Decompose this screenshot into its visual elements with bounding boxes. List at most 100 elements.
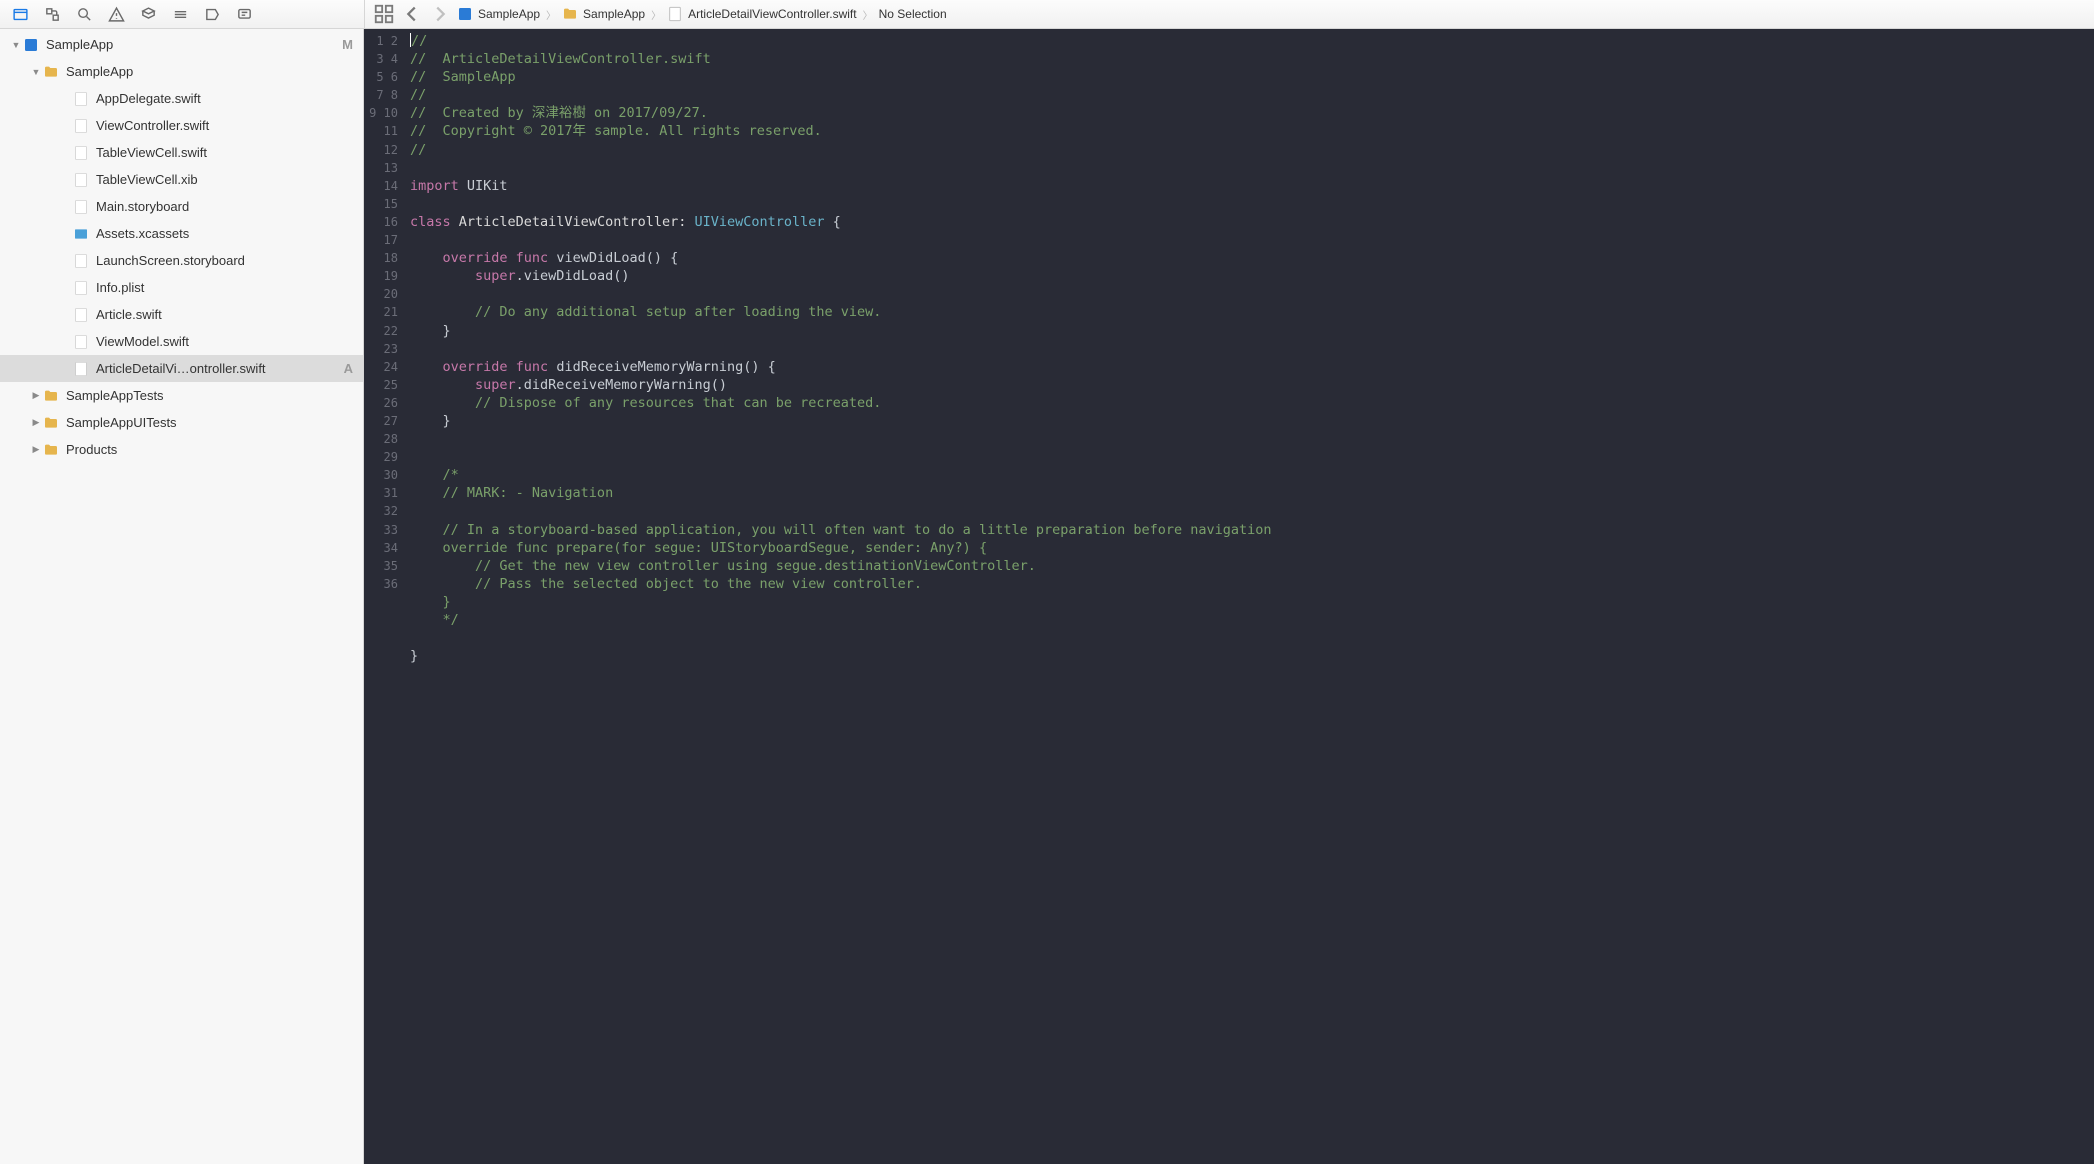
tree-file[interactable]: ViewController.swift — [0, 112, 363, 139]
jump-bar: SampleApp 〉 SampleApp 〉 ArticleDetailVie… — [364, 0, 2094, 28]
folder-icon — [42, 63, 60, 81]
folder-icon — [42, 387, 60, 405]
related-items-icon[interactable] — [373, 3, 395, 25]
code-line: import — [410, 178, 459, 194]
tree-file[interactable]: LaunchScreen.storyboard — [0, 247, 363, 274]
code-line: } — [410, 648, 418, 664]
code-line: // — [410, 142, 426, 158]
project-navigator[interactable]: ▼ SampleApp M ▼ SampleApp AppDelegate.sw… — [0, 29, 364, 1164]
code-line: // — [411, 33, 427, 49]
code-line: } — [410, 323, 451, 339]
swift-file-icon — [72, 90, 90, 108]
tree-group[interactable]: ▼ SampleApp — [0, 58, 363, 85]
chevron-icon: 〉 — [546, 7, 556, 22]
folder-icon — [42, 414, 60, 432]
source-control-navigator-icon[interactable] — [38, 3, 66, 25]
tree-label: ViewController.swift — [96, 118, 209, 133]
tree-root[interactable]: ▼ SampleApp M — [0, 31, 363, 58]
code-line: // In a storyboard-based application, yo… — [410, 522, 1272, 538]
chevron-icon: 〉 — [863, 7, 873, 22]
code-line: } — [410, 413, 451, 429]
tree-group[interactable]: ▶ Products — [0, 436, 363, 463]
disclosure-triangle-icon[interactable]: ▼ — [30, 67, 42, 77]
folder-icon — [42, 441, 60, 459]
storyboard-file-icon — [72, 252, 90, 270]
source-editor[interactable]: 1 2 3 4 5 6 7 8 9 10 11 12 13 14 15 16 1… — [364, 29, 2094, 1164]
test-navigator-icon[interactable] — [134, 3, 162, 25]
disclosure-triangle-icon[interactable]: ▶ — [30, 444, 42, 455]
breakpoint-navigator-icon[interactable] — [198, 3, 226, 25]
breadcrumb-label: No Selection — [879, 7, 947, 21]
breadcrumb-label: ArticleDetailViewController.swift — [688, 7, 857, 21]
code-line: // Dispose of any resources that can be … — [410, 395, 881, 411]
code-line: super — [475, 377, 516, 393]
disclosure-triangle-icon[interactable]: ▶ — [30, 417, 42, 428]
code-line: super — [475, 268, 516, 284]
find-navigator-icon[interactable] — [70, 3, 98, 25]
project-navigator-icon[interactable] — [6, 3, 34, 25]
code-line: // Created by 深津裕樹 on 2017/09/27. — [410, 105, 708, 121]
tree-file[interactable]: Main.storyboard — [0, 193, 363, 220]
tree-label: SampleApp — [66, 64, 133, 79]
xib-file-icon — [72, 171, 90, 189]
project-icon — [22, 36, 40, 54]
top-row: SampleApp 〉 SampleApp 〉 ArticleDetailVie… — [0, 0, 2094, 29]
report-navigator-icon[interactable] — [230, 3, 258, 25]
tree-label: Article.swift — [96, 307, 162, 322]
breadcrumb-label: SampleApp — [478, 7, 540, 21]
assets-icon — [72, 225, 90, 243]
main-split: ▼ SampleApp M ▼ SampleApp AppDelegate.sw… — [0, 29, 2094, 1164]
back-icon[interactable] — [401, 3, 423, 25]
code-line: // MARK: - Navigation — [410, 485, 613, 501]
tree-label: AppDelegate.swift — [96, 91, 201, 106]
project-icon — [457, 6, 473, 22]
tree-label: TableViewCell.swift — [96, 145, 207, 160]
file-tree: ▼ SampleApp M ▼ SampleApp AppDelegate.sw… — [0, 29, 363, 463]
debug-navigator-icon[interactable] — [166, 3, 194, 25]
breadcrumb-selection[interactable]: No Selection — [879, 7, 947, 21]
tree-group[interactable]: ▶ SampleAppTests — [0, 382, 363, 409]
code-line: override func prepare(for segue: UIStory… — [410, 540, 987, 556]
scm-status-badge: M — [342, 37, 353, 52]
tree-file[interactable]: AppDelegate.swift — [0, 85, 363, 112]
tree-file[interactable]: Assets.xcassets — [0, 220, 363, 247]
code-line: // Get the new view controller using seg… — [410, 558, 1036, 574]
storyboard-file-icon — [72, 198, 90, 216]
tree-file[interactable]: Article.swift — [0, 301, 363, 328]
tree-file-selected[interactable]: ArticleDetailVi…ontroller.swiftA — [0, 355, 363, 382]
tree-file[interactable]: TableViewCell.swift — [0, 139, 363, 166]
tree-file[interactable]: TableViewCell.xib — [0, 166, 363, 193]
breadcrumb-file[interactable]: ArticleDetailViewController.swift — [667, 6, 857, 22]
breadcrumb-project[interactable]: SampleApp — [457, 6, 540, 22]
forward-icon[interactable] — [429, 3, 451, 25]
line-gutter: 1 2 3 4 5 6 7 8 9 10 11 12 13 14 15 16 1… — [364, 29, 406, 1164]
tree-file[interactable]: ViewModel.swift — [0, 328, 363, 355]
chevron-icon: 〉 — [651, 7, 661, 22]
code-line: // — [410, 69, 443, 85]
swift-file-icon — [72, 144, 90, 162]
tree-label: Assets.xcassets — [96, 226, 189, 241]
tree-label: SampleAppUITests — [66, 415, 177, 430]
disclosure-triangle-icon[interactable]: ▶ — [30, 390, 42, 401]
code-line: // Pass the selected object to the new v… — [410, 576, 922, 592]
swift-file-icon — [72, 306, 90, 324]
code-line: // — [410, 87, 426, 103]
tree-file[interactable]: Info.plist — [0, 274, 363, 301]
code-line: // Do any additional setup after loading… — [410, 304, 881, 320]
tree-label: LaunchScreen.storyboard — [96, 253, 245, 268]
code-line: */ — [410, 612, 459, 628]
disclosure-triangle-icon[interactable]: ▼ — [10, 40, 22, 50]
tree-label: TableViewCell.xib — [96, 172, 198, 187]
tree-group[interactable]: ▶ SampleAppUITests — [0, 409, 363, 436]
code-line: // Copyright © 2017年 sample. All rights … — [410, 123, 822, 139]
issue-navigator-icon[interactable] — [102, 3, 130, 25]
code-area[interactable]: // // ArticleDetailViewController.swift … — [406, 29, 2094, 1164]
tree-label: SampleAppTests — [66, 388, 164, 403]
breadcrumb-group[interactable]: SampleApp — [562, 6, 645, 22]
tree-label: Products — [66, 442, 117, 457]
xcode-window: SampleApp 〉 SampleApp 〉 ArticleDetailVie… — [0, 0, 2094, 1164]
navigator-toolbar — [0, 0, 364, 28]
breadcrumb-label: SampleApp — [583, 7, 645, 21]
swift-file-icon — [72, 333, 90, 351]
tree-label: ViewModel.swift — [96, 334, 189, 349]
